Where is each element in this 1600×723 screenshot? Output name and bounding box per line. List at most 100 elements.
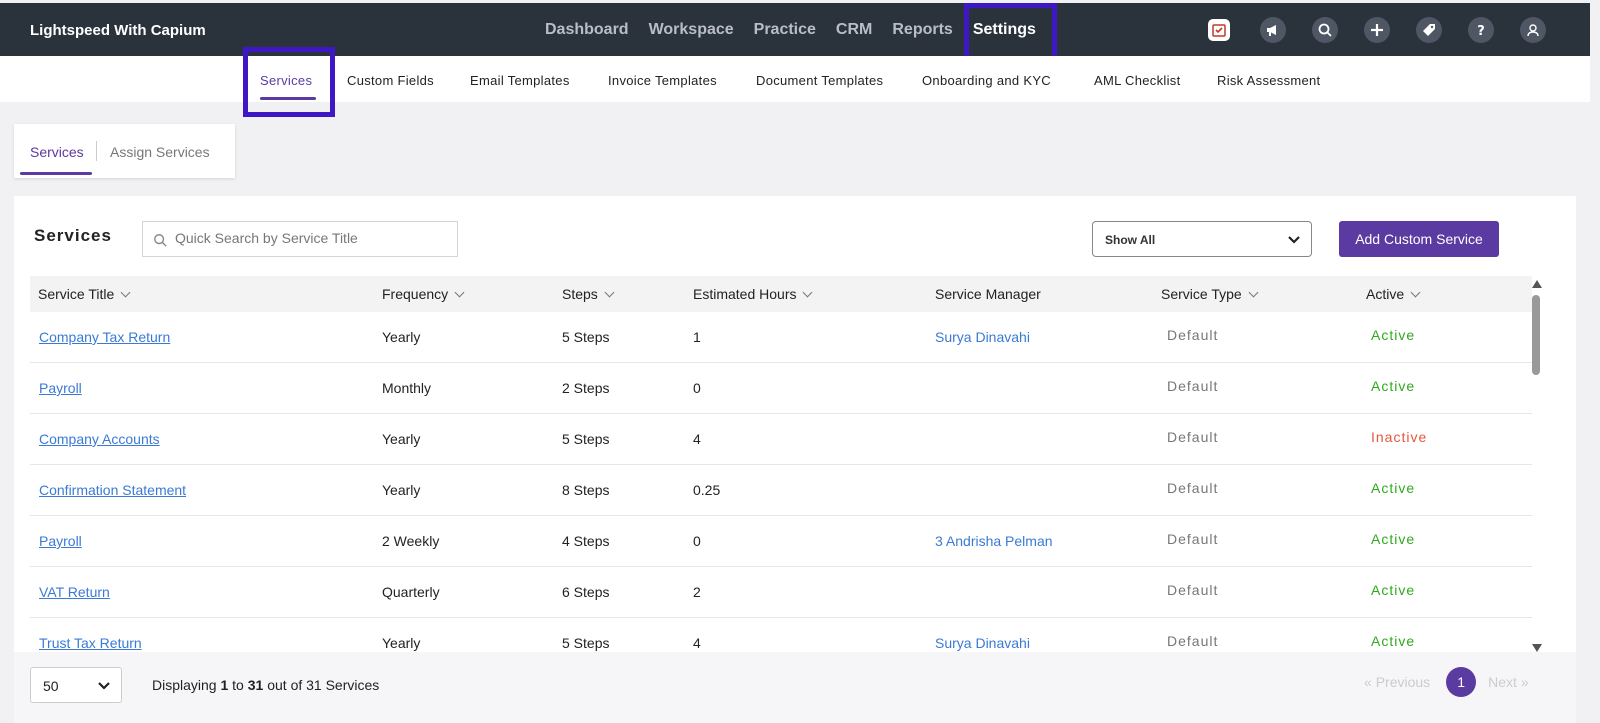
page-size-select[interactable]: 50 (30, 667, 122, 703)
tab-assign-services[interactable]: Assign Services (110, 144, 210, 160)
frequency-cell: Quarterly (382, 584, 440, 600)
service-type-cell: Default (1167, 633, 1219, 649)
table-row[interactable]: Confirmation Statement Yearly 8 Steps 0.25 D… (30, 465, 1532, 516)
table-body: Company Tax Return Yearly 5 Steps 1 Surya Di… (30, 312, 1532, 652)
nav-dashboard[interactable]: Dashboard (545, 21, 629, 39)
col-steps[interactable]: Steps (562, 286, 615, 302)
filter-dropdown[interactable]: Show All (1092, 221, 1312, 257)
service-type-cell: Default (1167, 429, 1219, 445)
calendar-icon[interactable] (1208, 19, 1230, 41)
search-input[interactable] (175, 230, 445, 246)
estimated-hours-cell: 2 (693, 584, 701, 600)
service-title-link[interactable]: Company Tax Return (39, 329, 170, 345)
table-row[interactable]: Payroll Monthly 2 Steps 0 Default Active (30, 363, 1532, 414)
table-row[interactable]: Trust Tax Return Yearly 5 Steps 4 Surya Dina… (30, 618, 1532, 652)
col-service-manager: Service Manager (935, 286, 1041, 302)
steps-cell: 8 Steps (562, 482, 610, 498)
pagination: « Previous 1 Next » (1364, 667, 1529, 697)
status-badge: Active (1371, 480, 1416, 496)
status-badge: Active (1371, 633, 1416, 649)
services-card: Services Show All Add Custom Service Ser… (14, 196, 1576, 723)
plus-icon[interactable] (1364, 17, 1390, 43)
subnav-risk-assessment[interactable]: Risk Assessment (1217, 73, 1320, 88)
previous-page-button[interactable]: « Previous (1364, 674, 1430, 690)
sort-chevron-icon (1410, 287, 1421, 298)
service-title-link[interactable]: Confirmation Statement (39, 482, 186, 498)
service-title-link[interactable]: Trust Tax Return (39, 635, 142, 651)
settings-subnav: Services Custom Fields Email Templates I… (0, 56, 1590, 102)
scroll-up-arrow[interactable] (1532, 280, 1542, 288)
search-box[interactable] (142, 221, 458, 257)
status-badge: Active (1371, 327, 1416, 343)
subnav-aml-checklist[interactable]: AML Checklist (1094, 73, 1181, 88)
service-type-cell: Default (1167, 378, 1219, 394)
tab-divider (96, 141, 97, 161)
nav-icon-group: ? (1208, 17, 1572, 43)
search-icon[interactable] (1312, 17, 1338, 43)
col-frequency[interactable]: Frequency (382, 286, 465, 302)
col-service-title[interactable]: Service Title (38, 286, 131, 302)
scroll-thumb[interactable] (1532, 295, 1540, 375)
page-title: Services (34, 226, 112, 245)
steps-cell: 5 Steps (562, 329, 610, 345)
estimated-hours-cell: 0 (693, 533, 701, 549)
sort-chevron-icon (604, 287, 615, 298)
steps-cell: 6 Steps (562, 584, 610, 600)
scroll-down-arrow[interactable] (1532, 644, 1542, 652)
frequency-cell: Yearly (382, 329, 421, 345)
steps-cell: 2 Steps (562, 380, 610, 396)
tab-active-indicator (20, 172, 92, 175)
service-title-link[interactable]: Payroll (39, 380, 82, 396)
services-highlight-box (243, 47, 335, 117)
sort-chevron-icon (1248, 287, 1259, 298)
table-footer: 50 Displaying 1 to 31 out of 31 Services… (14, 652, 1576, 723)
service-title-link[interactable]: VAT Return (39, 584, 110, 600)
service-type-cell: Default (1167, 531, 1219, 547)
steps-cell: 5 Steps (562, 635, 610, 651)
table-scrollbar[interactable] (1530, 280, 1542, 652)
service-manager-cell: Surya Dinavahi (935, 635, 1030, 651)
col-estimated-hours[interactable]: Estimated Hours (693, 286, 813, 302)
chevron-down-icon (1288, 236, 1300, 244)
tag-icon[interactable] (1416, 17, 1442, 43)
subnav-onboarding-kyc[interactable]: Onboarding and KYC (922, 73, 1051, 88)
nav-workspace[interactable]: Workspace (649, 21, 734, 39)
col-service-type[interactable]: Service Type (1161, 286, 1259, 302)
status-badge: Active (1371, 582, 1416, 598)
user-icon[interactable] (1520, 17, 1546, 43)
subnav-invoice-templates[interactable]: Invoice Templates (608, 73, 717, 88)
table-row[interactable]: VAT Return Quarterly 6 Steps 2 Default Active (30, 567, 1532, 618)
tab-services[interactable]: Services (30, 144, 84, 160)
table-header: Service Title Frequency Steps Estimated … (30, 276, 1532, 312)
subnav-custom-fields[interactable]: Custom Fields (347, 73, 434, 88)
megaphone-icon[interactable] (1260, 17, 1286, 43)
services-tab-switch: Services Assign Services (14, 124, 235, 178)
help-icon[interactable]: ? (1468, 17, 1494, 43)
nav-reports[interactable]: Reports (892, 21, 952, 39)
frequency-cell: Yearly (382, 482, 421, 498)
table-row[interactable]: Company Accounts Yearly 5 Steps 4 Default Ina… (30, 414, 1532, 465)
table-row[interactable]: Payroll 2 Weekly 4 Steps 0 3 Andrisha Pelman… (30, 516, 1532, 567)
table-row[interactable]: Company Tax Return Yearly 5 Steps 1 Surya Di… (30, 312, 1532, 363)
col-active[interactable]: Active (1366, 286, 1421, 302)
settings-highlight-box (964, 3, 1057, 63)
subnav-email-templates[interactable]: Email Templates (470, 73, 570, 88)
subnav-document-templates[interactable]: Document Templates (756, 73, 883, 88)
page-number-current[interactable]: 1 (1446, 667, 1477, 697)
estimated-hours-cell: 1 (693, 329, 701, 345)
status-badge: Active (1371, 531, 1416, 547)
status-badge: Inactive (1371, 429, 1428, 445)
nav-practice[interactable]: Practice (754, 21, 816, 39)
estimated-hours-cell: 0.25 (693, 482, 721, 498)
filter-value: Show All (1105, 233, 1156, 247)
service-title-link[interactable]: Payroll (39, 533, 82, 549)
add-custom-service-button[interactable]: Add Custom Service (1339, 221, 1499, 257)
next-page-button[interactable]: Next » (1488, 674, 1528, 690)
estimated-hours-cell: 4 (693, 635, 701, 651)
brand-name[interactable]: Lightspeed With Capium (30, 22, 206, 39)
nav-crm[interactable]: CRM (836, 21, 872, 39)
top-navbar: Lightspeed With Capium Dashboard Workspa… (0, 3, 1590, 63)
frequency-cell: Yearly (382, 431, 421, 447)
service-title-link[interactable]: Company Accounts (39, 431, 160, 447)
service-type-cell: Default (1167, 582, 1219, 598)
